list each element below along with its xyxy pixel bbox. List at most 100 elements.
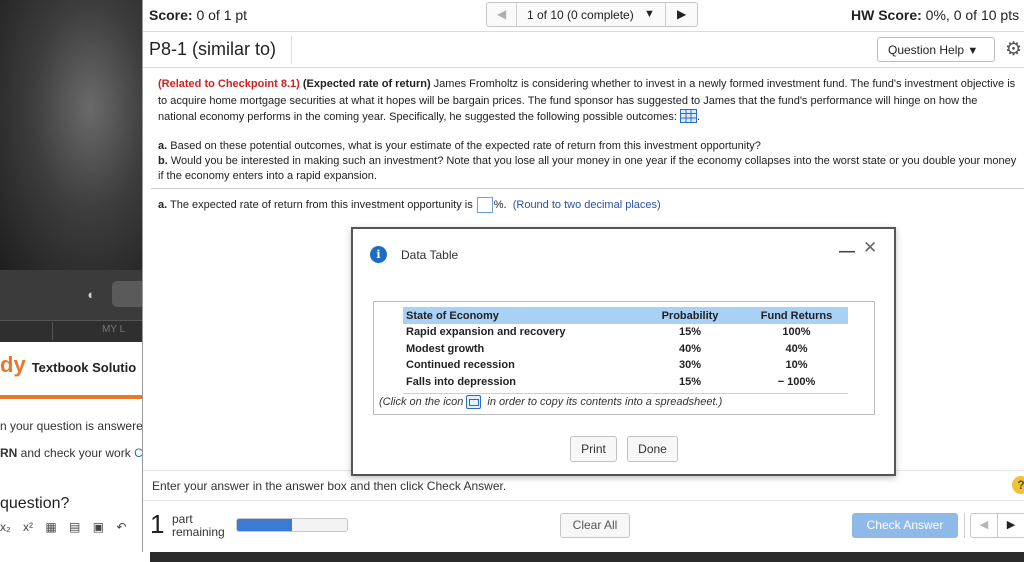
copy-note: (Click on the icon in order to copy its … [379, 395, 722, 409]
divider [403, 393, 848, 394]
answer-suffix: %. [493, 198, 507, 211]
close-icon[interactable]: ✕ [863, 238, 877, 258]
chevron-down-icon[interactable]: ▼ [644, 8, 655, 20]
table-cell: Modest growth [406, 342, 485, 355]
parts-remaining-label: part remaining [172, 513, 225, 539]
brand: dy Textbook Solutio [0, 352, 136, 378]
question-topic: (Expected rate of return) [302, 78, 431, 90]
part-a-label: a. [158, 140, 168, 152]
browser-tab[interactable]: MY L [102, 324, 125, 335]
background-bold-text: RN [0, 446, 18, 460]
copy-to-spreadsheet-icon[interactable] [466, 395, 482, 409]
clear-all-button[interactable]: Clear All [560, 513, 630, 538]
table-row: Modest growth 40% 40% [403, 341, 848, 358]
question-progress[interactable]: 1 of 10 (0 complete) [527, 8, 634, 22]
next-question-icon[interactable]: ▶ [998, 513, 1024, 538]
column-header: Probability [635, 307, 745, 324]
score: Score: 0 of 1 pt [149, 7, 247, 23]
divider [516, 3, 517, 26]
parts-remaining-count: 1 [150, 509, 165, 539]
table-cell: 15% [678, 375, 702, 388]
divider [291, 36, 292, 64]
table-cell: − 100% [777, 375, 816, 388]
part-b-text: Would you be interested in making such a… [158, 155, 1017, 182]
grid-icon[interactable]: ▣ [93, 520, 104, 534]
table-row: Falls into depression 15% − 100% [403, 374, 848, 391]
hw-score: HW Score: 0%, 0 of 10 pts [851, 7, 1019, 23]
background-text-line: RN and check your work C [0, 446, 143, 460]
answer-hint: (Round to two decimal places) [512, 198, 661, 211]
matrix-icon[interactable]: ▦ [45, 520, 56, 534]
superscript-icon[interactable]: x² [23, 520, 33, 534]
brand-logo: dy [0, 352, 26, 377]
tab-divider [52, 322, 53, 340]
divider [151, 188, 1024, 189]
brand-text: Textbook Solutio [31, 360, 137, 375]
data-table-icon[interactable] [679, 109, 697, 123]
divider [964, 513, 965, 538]
print-button[interactable]: Print [570, 436, 617, 462]
data-table: State of Economy Probability Fund Return… [403, 307, 848, 390]
table-cell: 40% [785, 342, 808, 355]
score-label: Score: [149, 7, 193, 23]
part-b-label: b. [158, 155, 168, 167]
browser-tabstrip [0, 320, 150, 342]
check-answer-button[interactable]: Check Answer [852, 513, 958, 538]
divider [143, 500, 1024, 501]
table-cell: 100% [782, 326, 811, 339]
divider [143, 67, 1024, 68]
data-table-dialog: i Data Table — ✕ State of Economy Probab… [351, 227, 896, 476]
progress-bar [236, 518, 348, 532]
minimize-icon[interactable]: — [839, 243, 855, 261]
question-part-b: b. Would you be interested in making suc… [158, 154, 1018, 184]
question-part-a: a. Based on these potential outcomes, wh… [158, 139, 1018, 154]
undo-icon[interactable]: ↶ [116, 520, 126, 534]
data-table-panel: State of Economy Probability Fund Return… [373, 301, 875, 415]
orange-divider [0, 395, 150, 399]
table-header-row: State of Economy Probability Fund Return… [403, 307, 848, 324]
subscript-icon[interactable]: x₂ [0, 520, 11, 534]
done-button[interactable]: Done [627, 436, 678, 462]
answer-input[interactable] [476, 197, 493, 213]
table-cell: Continued recession [406, 359, 515, 372]
answer-prefix: The expected rate of return from this in… [167, 198, 476, 211]
copy-note-prefix: (Click on the icon [379, 395, 464, 408]
next-question-icon[interactable]: ▶ [677, 7, 686, 21]
chevron-down-icon: ▼ [967, 45, 979, 57]
background-heading: question? [0, 495, 70, 512]
part-a-text: Based on these potential outcomes, what … [167, 140, 761, 152]
dialog-title: Data Table [401, 248, 459, 262]
previous-question-icon[interactable]: ◀ [970, 513, 998, 538]
column-header: Fund Returns [745, 307, 848, 324]
divider [143, 31, 1024, 32]
table-row: Continued recession 30% 10% [403, 357, 848, 374]
table-cell: Rapid expansion and recovery [406, 326, 566, 339]
question-navigator: ◀ 1 of 10 (0 complete) ▼ ▶ [486, 2, 698, 27]
table-cell: Falls into depression [406, 375, 517, 388]
table-cell: 10% [785, 359, 808, 372]
question-help-label: Question Help [888, 43, 965, 57]
gear-icon[interactable]: ⚙ [1005, 38, 1022, 61]
table-cell: 40% [678, 342, 702, 355]
answer-label: a. [158, 198, 168, 211]
column-header: State of Economy [403, 307, 635, 324]
parts-label-line: remaining [172, 525, 225, 539]
footer-instruction: Enter your answer in the answer box and … [152, 479, 507, 493]
table-icon[interactable]: ▤ [69, 520, 80, 534]
background-photo [0, 0, 150, 270]
table-cell: 15% [678, 326, 702, 339]
copy-note-suffix: in order to copy its contents into a spr… [484, 395, 723, 408]
background-text: and check your work [17, 446, 135, 460]
shield-icon: ◖ [86, 287, 94, 302]
question-text: (Related to Checkpoint 8.1) (Expected ra… [158, 78, 1016, 123]
question-help-button[interactable]: Question Help ▼ [877, 37, 995, 62]
score-value: 0 of 1 pt [192, 7, 248, 23]
math-toolbar: x₂ x² ▦ ▤ ▣ ↶ [0, 520, 150, 540]
background-text-line: n your question is answere [0, 419, 143, 433]
info-icon: i [370, 246, 387, 263]
answer-line: a. The expected rate of return from this… [158, 197, 661, 213]
hw-score-label: HW Score: [851, 7, 922, 23]
previous-question-icon[interactable]: ◀ [497, 7, 506, 21]
help-icon[interactable]: ? [1012, 476, 1024, 494]
table-cell: 30% [678, 359, 702, 372]
